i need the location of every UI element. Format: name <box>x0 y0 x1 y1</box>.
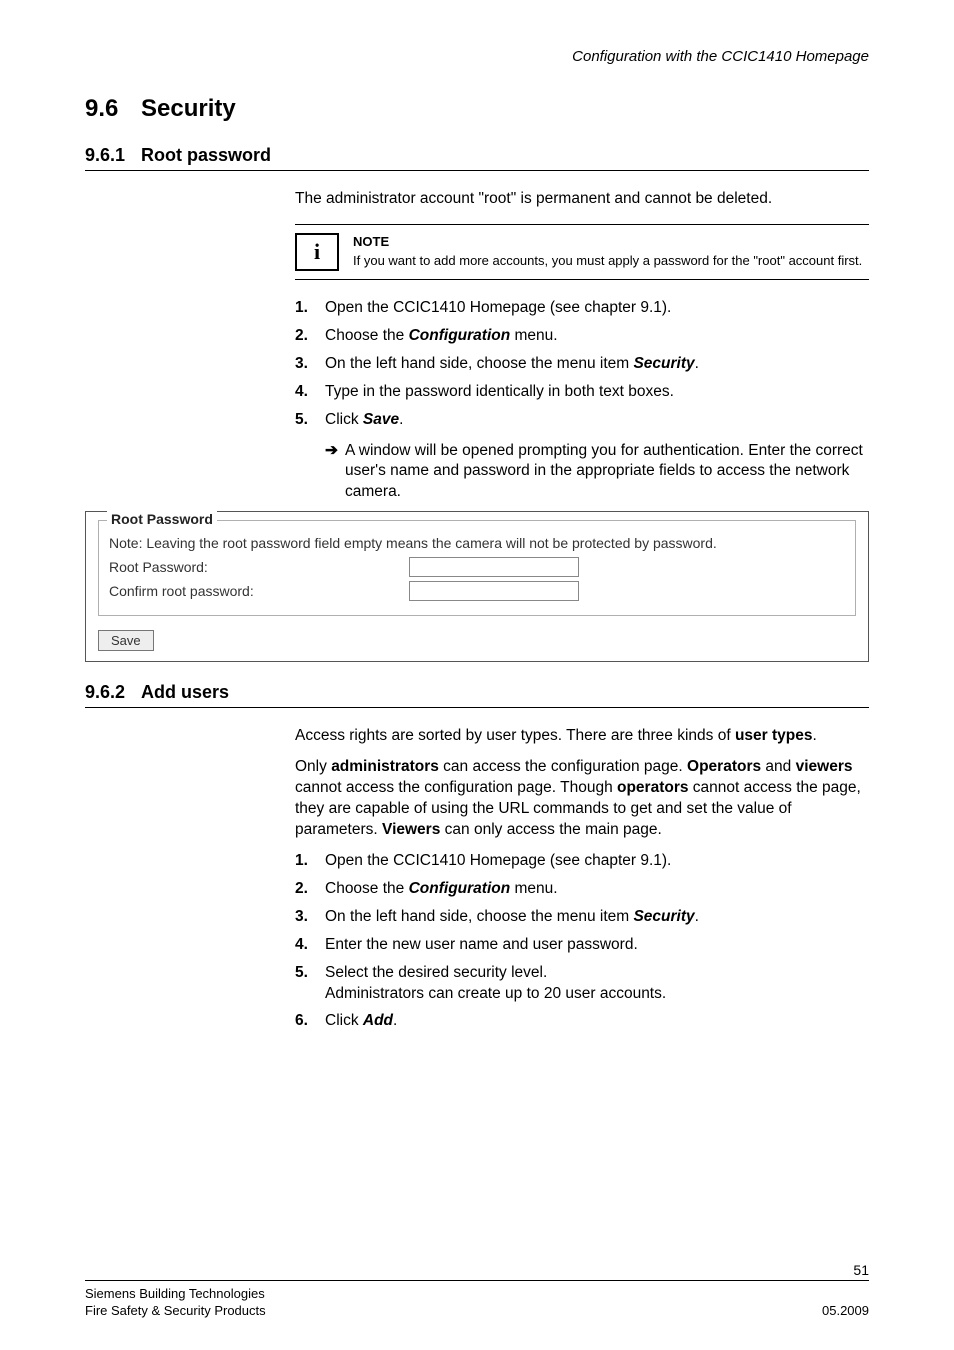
info-icon: i <box>295 233 339 271</box>
step-number: 4. <box>295 382 325 403</box>
step-item: 1. Open the CCIC1410 Homepage (see chapt… <box>295 298 869 319</box>
step-text: Open the CCIC1410 Homepage (see chapter … <box>325 851 869 872</box>
heading-2-number: 9.6.2 <box>85 682 141 703</box>
step-number: 2. <box>295 326 325 347</box>
footer-left-2: Fire Safety & Security Products <box>85 1302 266 1320</box>
step-item: 4. Enter the new user name and user pass… <box>295 935 869 956</box>
step-number: 3. <box>295 354 325 375</box>
step-text: Click Save. <box>325 410 869 431</box>
step-item: 6. Click Add. <box>295 1011 869 1032</box>
step-item: 1. Open the CCIC1410 Homepage (see chapt… <box>295 851 869 872</box>
page-number: 51 <box>85 1262 869 1278</box>
step-number: 4. <box>295 935 325 956</box>
step-text: Choose the Configuration menu. <box>325 326 869 347</box>
intro-paragraph: The administrator account "root" is perm… <box>295 189 869 210</box>
root-password-input[interactable] <box>409 557 579 577</box>
step-number: 3. <box>295 907 325 928</box>
confirm-password-input[interactable] <box>409 581 579 601</box>
step-text: On the left hand side, choose the menu i… <box>325 354 869 375</box>
step-item: 2. Choose the Configuration menu. <box>295 326 869 347</box>
step-item: 5. Select the desired security level. Ad… <box>295 963 869 1005</box>
heading-1-number: 9.6 <box>85 95 141 123</box>
steps-list-1: 1. Open the CCIC1410 Homepage (see chapt… <box>295 298 869 431</box>
step-number: 5. <box>295 963 325 1005</box>
step-item: 4. Type in the password identically in b… <box>295 382 869 403</box>
save-button[interactable]: Save <box>98 630 154 651</box>
footer-right: 05.2009 <box>822 1302 869 1320</box>
add-users-para-2: Only administrators can access the confi… <box>295 757 869 841</box>
footer-rule <box>85 1280 869 1281</box>
step-item: 2. Choose the Configuration menu. <box>295 879 869 900</box>
result-text: A window will be opened prompting you fo… <box>345 441 869 504</box>
result-line: ➔ A window will be opened prompting you … <box>325 441 869 504</box>
page-footer: 51 Siemens Building Technologies Fire Sa… <box>85 1262 869 1320</box>
note-body: If you want to add more accounts, you mu… <box>353 253 862 270</box>
step-text: Type in the password identically in both… <box>325 382 869 403</box>
add-users-para-1: Access rights are sorted by user types. … <box>295 726 869 747</box>
step-text: On the left hand side, choose the menu i… <box>325 907 869 928</box>
step-text: Enter the new user name and user passwor… <box>325 935 869 956</box>
heading-1-title: Security <box>141 95 236 122</box>
step-text: Select the desired security level. Admin… <box>325 963 869 1005</box>
confirm-password-row: Confirm root password: <box>109 581 845 601</box>
root-password-label: Root Password: <box>109 559 409 575</box>
info-glyph: i <box>314 239 320 265</box>
root-password-row: Root Password: <box>109 557 845 577</box>
heading-rule <box>85 707 869 708</box>
heading-1: 9.6Security <box>85 95 869 123</box>
arrow-icon: ➔ <box>325 441 345 504</box>
step-number: 5. <box>295 410 325 431</box>
step-number: 1. <box>295 851 325 872</box>
footer-left-1: Siemens Building Technologies <box>85 1285 265 1303</box>
heading-2-title: Add users <box>141 682 229 702</box>
root-password-fieldset: Root Password Note: Leaving the root pas… <box>98 520 856 616</box>
step-text: Choose the Configuration menu. <box>325 879 869 900</box>
heading-2-add-users: 9.6.2Add users <box>85 682 869 703</box>
step-number: 6. <box>295 1011 325 1032</box>
step-number: 2. <box>295 879 325 900</box>
doc-section-header: Configuration with the CCIC1410 Homepage <box>85 48 869 65</box>
step-item: 3. On the left hand side, choose the men… <box>295 907 869 928</box>
step-text: Open the CCIC1410 Homepage (see chapter … <box>325 298 869 319</box>
root-password-panel: Root Password Note: Leaving the root pas… <box>85 511 869 662</box>
note-block: i NOTE If you want to add more accounts,… <box>295 224 869 280</box>
step-item: 5. Click Save. <box>295 410 869 431</box>
heading-rule <box>85 170 869 171</box>
fieldset-legend: Root Password <box>107 511 217 527</box>
step-number: 1. <box>295 298 325 319</box>
step-item: 3. On the left hand side, choose the men… <box>295 354 869 375</box>
fieldset-note: Note: Leaving the root password field em… <box>109 535 845 551</box>
confirm-password-label: Confirm root password: <box>109 583 409 599</box>
note-rule-bottom <box>295 279 869 280</box>
note-title: NOTE <box>353 234 862 251</box>
step-text: Click Add. <box>325 1011 869 1032</box>
heading-2-root-password: 9.6.1Root password <box>85 145 869 166</box>
steps-list-2: 1. Open the CCIC1410 Homepage (see chapt… <box>295 851 869 1032</box>
heading-2-number: 9.6.1 <box>85 145 141 166</box>
heading-2-title: Root password <box>141 145 271 165</box>
